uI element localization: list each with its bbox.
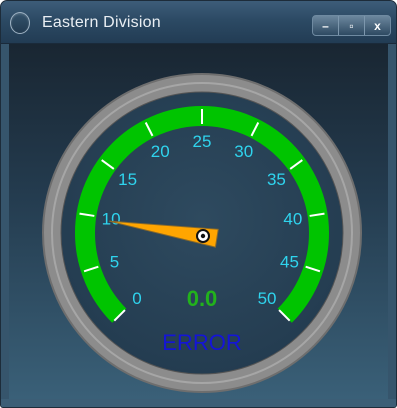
gauge-window: Eastern Division – ▫ x 0 5 10 15 20 25 30 35 40 4…	[0, 0, 397, 408]
gauge-tick-label: 0	[132, 289, 141, 308]
gauge-status-text: ERROR	[162, 330, 241, 355]
gauge-tick-label: 30	[234, 142, 253, 161]
gauge-value-display: 0.0	[187, 286, 218, 311]
gauge-needle-hub-center	[200, 233, 206, 239]
gauge: 05 10 15 20 25 30 35 40 4550 0.0 ERROR	[42, 73, 362, 393]
gauge-tick-label: 5	[110, 252, 119, 271]
gauge-tick-label: 50	[258, 289, 277, 308]
gauge-tick-label: 40	[283, 210, 302, 229]
gauge-tick-label: 45	[280, 252, 299, 271]
gauge-tick-label: 25	[193, 132, 212, 151]
gauge-tick-label: 10	[102, 210, 121, 229]
gauge-tick-label: 20	[151, 142, 170, 161]
gauge-tick-label: 15	[118, 170, 137, 189]
gauge-tick-label: 35	[267, 170, 286, 189]
